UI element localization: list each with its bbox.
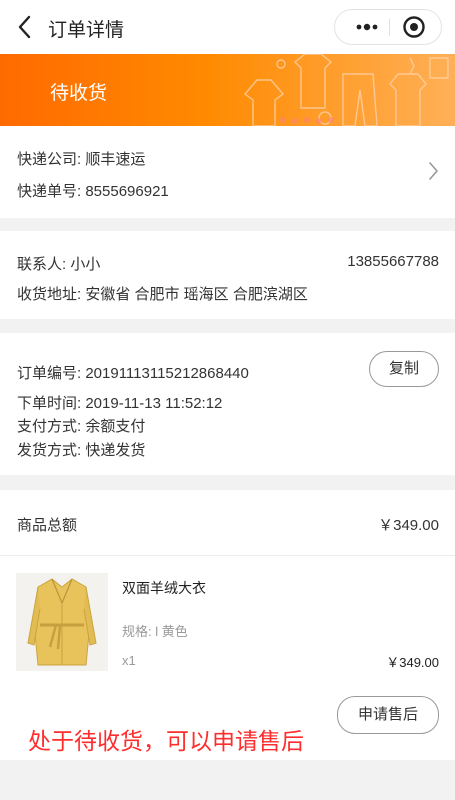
product-image[interactable]: [16, 573, 108, 671]
shipping-address: 收货地址: 安徽省 合肥市 瑶海区 合肥滨湖区: [17, 286, 308, 303]
address-card: 联系人: 小小 13855667788 收货地址: 安徽省 合肥市 瑶海区 合肥…: [0, 231, 455, 319]
page-title: 订单详情: [48, 20, 125, 41]
order-time: 下单时间: 2019-11-13 11:52:12: [17, 395, 223, 412]
tracking-number: 快递单号: 8555696921: [17, 183, 169, 200]
payment-method: 支付方式: 余额支付: [17, 418, 146, 435]
close-target-icon[interactable]: [402, 15, 426, 39]
annotation-text: 处于待收货，可以申请售后: [28, 728, 304, 754]
product-quantity: x1: [122, 653, 136, 668]
coat-image: [16, 573, 108, 671]
order-status: 待收货: [50, 83, 108, 104]
express-company: 快递公司: 顺丰速运: [17, 151, 146, 168]
contact-name: 联系人: 小小: [17, 256, 101, 273]
nav-bar: 订单详情: [0, 0, 455, 54]
product-price: ￥349.00: [386, 655, 439, 670]
chevron-right-icon[interactable]: [428, 160, 440, 182]
more-dots-icon[interactable]: [347, 10, 387, 44]
product-spec: 规格: l 黄色: [122, 624, 188, 639]
copy-button[interactable]: 复制: [369, 351, 439, 387]
divider: [0, 555, 455, 556]
total-amount: ￥349.00: [378, 517, 439, 534]
express-card[interactable]: 快递公司: 顺丰速运 快递单号: 8555696921: [0, 126, 455, 218]
capsule-divider: [389, 19, 390, 36]
mini-program-capsule: [334, 9, 442, 45]
order-info-card: 订单编号: 20191113115212868440 复制 下单时间: 2019…: [0, 333, 455, 475]
clothing-pattern-icon: [243, 54, 449, 126]
product-name[interactable]: 双面羊绒大衣: [122, 578, 206, 598]
total-label: 商品总额: [17, 517, 78, 534]
shipping-method: 发货方式: 快递发货: [17, 442, 146, 459]
order-number: 订单编号: 20191113115212868440: [17, 365, 249, 382]
after-sale-button[interactable]: 申请售后: [337, 696, 439, 734]
status-banner: 待收货: [0, 54, 455, 126]
back-arrow-icon[interactable]: [14, 14, 38, 40]
contact-phone: 13855667788: [347, 253, 439, 270]
